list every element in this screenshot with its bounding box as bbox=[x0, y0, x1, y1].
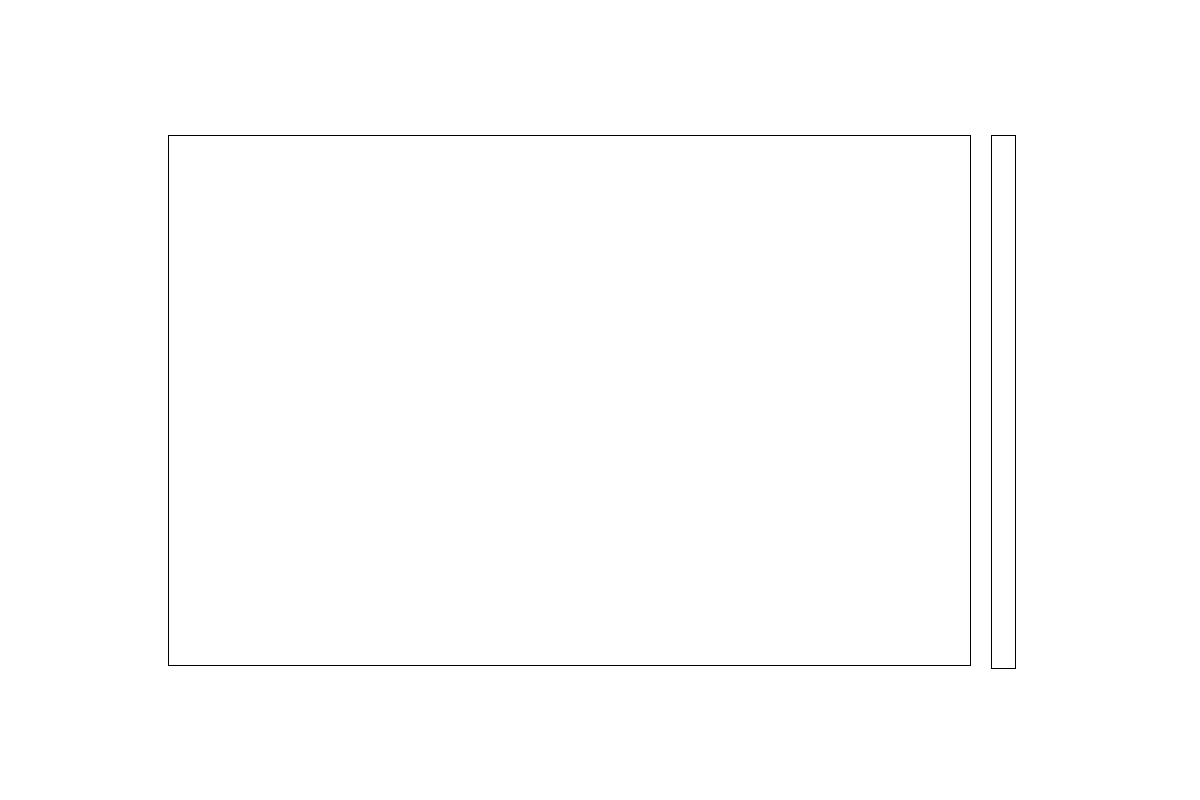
reflectivity-heatmap-canvas bbox=[168, 135, 971, 666]
colorbar-gradient bbox=[991, 135, 1016, 669]
radar-reflectivity-figure bbox=[0, 0, 1200, 800]
